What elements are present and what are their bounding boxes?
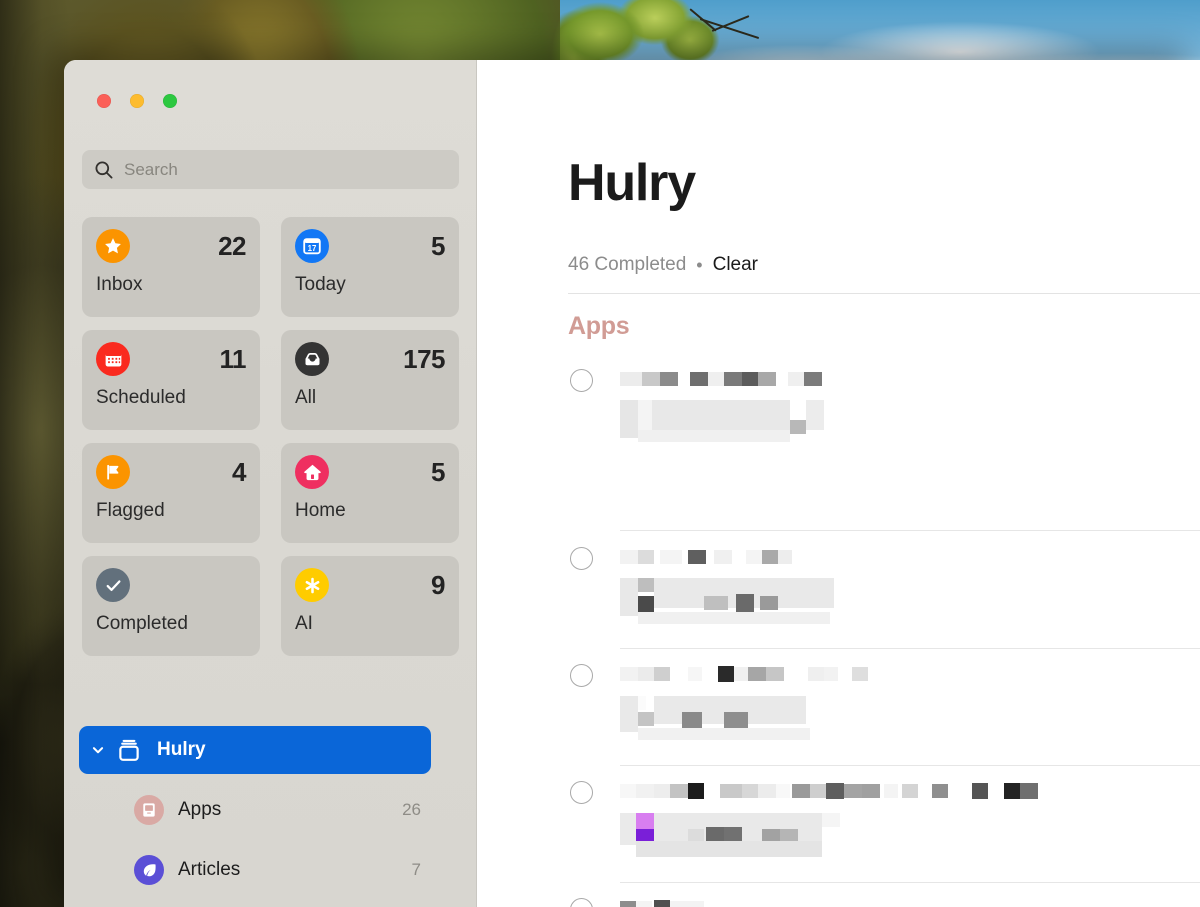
smart-list-flagged[interactable]: 4 Flagged <box>82 443 260 543</box>
smart-list-count: 5 <box>431 231 445 261</box>
sidebar-list-count: 7 <box>411 860 421 879</box>
smart-list-label: Completed <box>96 613 188 634</box>
smart-list-count: 5 <box>431 457 445 487</box>
smart-list-count: 11 <box>219 344 247 374</box>
sidebar: 22 Inbox 17 <box>64 60 529 907</box>
window-controls <box>97 94 177 108</box>
calendar-icon: 17 <box>295 229 329 263</box>
sidebar-list-label: Hulry <box>157 739 206 760</box>
task-checkbox[interactable] <box>570 781 593 804</box>
task-checkbox[interactable] <box>570 547 593 570</box>
smart-list-scheduled[interactable]: 11 Scheduled <box>82 330 260 430</box>
star-icon <box>96 229 130 263</box>
smart-list-count: 22 <box>218 231 246 261</box>
smart-list-all[interactable]: 175 All <box>281 330 459 430</box>
smart-list-count: 4 <box>232 457 246 487</box>
minimize-button[interactable] <box>130 94 144 108</box>
wallpaper-vignette <box>0 0 70 907</box>
macintosh-icon <box>134 795 164 825</box>
smart-list-today[interactable]: 17 5 Today <box>281 217 459 317</box>
search-field[interactable] <box>82 150 459 189</box>
svg-text:17: 17 <box>308 244 317 253</box>
calendar-grid-icon <box>96 342 130 376</box>
content-pane: Hulry 46 Completed • Clear Apps <box>478 60 1200 907</box>
task-separator <box>620 765 1200 766</box>
task-separator <box>620 648 1200 649</box>
sidebar-list-label: Articles <box>178 859 241 880</box>
checkmark-icon <box>96 568 130 602</box>
smart-list-label: Flagged <box>96 500 165 521</box>
task-checkbox[interactable] <box>570 664 593 687</box>
smart-list-label: Home <box>295 500 346 521</box>
page-title: Hulry <box>568 154 696 212</box>
smart-list-ai[interactable]: 9 AI <box>281 556 459 656</box>
sidebar-list-apps[interactable]: Apps 26 <box>79 786 431 834</box>
group-box-icon <box>115 736 143 764</box>
section-header-apps: Apps <box>568 312 630 340</box>
task-separator <box>620 530 1200 531</box>
maximize-button[interactable] <box>163 94 177 108</box>
content-divider <box>568 293 1200 294</box>
search-input[interactable] <box>124 157 434 182</box>
completed-count: 46 Completed <box>568 254 687 275</box>
smart-list-label: AI <box>295 613 313 634</box>
chevron-down-icon[interactable] <box>89 741 107 759</box>
meta-separator: • <box>696 254 703 275</box>
smart-list-label: Scheduled <box>96 387 186 408</box>
task-checkbox[interactable] <box>570 898 593 907</box>
search-icon <box>94 160 114 180</box>
tray-icon <box>295 342 329 376</box>
smart-list-count: 175 <box>403 344 445 374</box>
smart-list-completed[interactable]: Completed <box>82 556 260 656</box>
smart-list-count: 9 <box>431 570 445 600</box>
smart-list-label: Inbox <box>96 274 143 295</box>
house-icon <box>295 455 329 489</box>
task-checkbox[interactable] <box>570 369 593 392</box>
flag-icon <box>96 455 130 489</box>
reminders-window: 22 Inbox 17 <box>64 60 1200 907</box>
close-button[interactable] <box>97 94 111 108</box>
asterisk-icon <box>295 568 329 602</box>
smart-list-inbox[interactable]: 22 Inbox <box>82 217 260 317</box>
smart-lists-grid: 22 Inbox 17 5 Today 11 Scheduled 175 All… <box>82 217 459 656</box>
smart-list-label: Today <box>295 274 346 295</box>
sidebar-list-articles[interactable]: Articles 7 <box>79 846 431 894</box>
content-meta: 46 Completed • Clear <box>568 254 758 276</box>
task-color-swatch <box>636 813 654 829</box>
sidebar-list-label: Apps <box>178 799 222 820</box>
clear-button[interactable]: Clear <box>713 254 758 276</box>
sidebar-list-hulry[interactable]: Hulry <box>79 726 431 774</box>
smart-list-home[interactable]: 5 Home <box>281 443 459 543</box>
smart-list-label: All <box>295 387 317 408</box>
sidebar-list-count: 26 <box>402 800 421 819</box>
task-separator <box>620 882 1200 883</box>
leaf-icon <box>134 855 164 885</box>
